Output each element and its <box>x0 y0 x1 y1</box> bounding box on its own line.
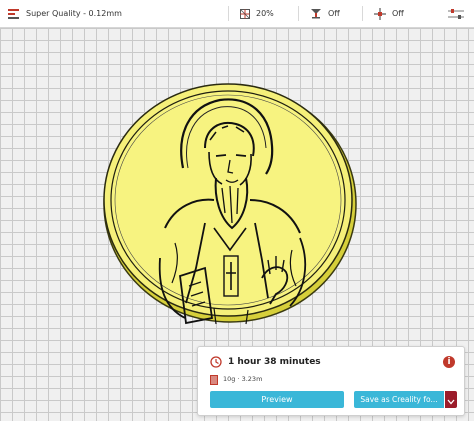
support-value: Off <box>328 9 340 18</box>
filament-spool-icon <box>210 370 218 389</box>
adhesion-setting[interactable]: Off <box>374 0 404 27</box>
chevron-down-icon <box>447 390 455 409</box>
adhesion-icon <box>374 7 386 20</box>
support-icon <box>310 8 322 19</box>
infill-setting[interactable]: 20% <box>240 0 274 27</box>
infill-icon <box>240 8 250 19</box>
divider <box>298 6 299 21</box>
build-plate-viewport[interactable]: 1 hour 38 minutes i 10g · 3.23m Preview … <box>0 28 474 421</box>
print-time-row: 1 hour 38 minutes <box>210 355 321 369</box>
print-settings-bar: Super Quality - 0.12mm 20% Off Off <box>0 0 474 28</box>
settings-sliders-icon <box>448 8 464 20</box>
print-time: 1 hour 38 minutes <box>228 357 321 367</box>
infill-value: 20% <box>256 9 274 18</box>
profile-label: Super Quality - 0.12mm <box>26 9 122 18</box>
material-row: 10g · 3.23m <box>210 374 263 385</box>
adhesion-value: Off <box>392 9 404 18</box>
slice-result-panel: 1 hour 38 minutes i 10g · 3.23m Preview … <box>197 346 465 416</box>
divider <box>228 6 229 21</box>
custom-settings-button[interactable] <box>448 0 470 27</box>
save-button[interactable]: Save as Creality fo... <box>354 391 444 408</box>
material-usage: 10g · 3.23m <box>223 375 263 383</box>
support-setting[interactable]: Off <box>310 0 340 27</box>
info-icon[interactable]: i <box>443 356 455 368</box>
save-options-dropdown[interactable] <box>445 391 457 408</box>
profile-selector[interactable]: Super Quality - 0.12mm <box>8 0 122 27</box>
divider <box>362 6 363 21</box>
preview-button[interactable]: Preview <box>210 391 344 408</box>
profile-icon <box>8 8 20 19</box>
